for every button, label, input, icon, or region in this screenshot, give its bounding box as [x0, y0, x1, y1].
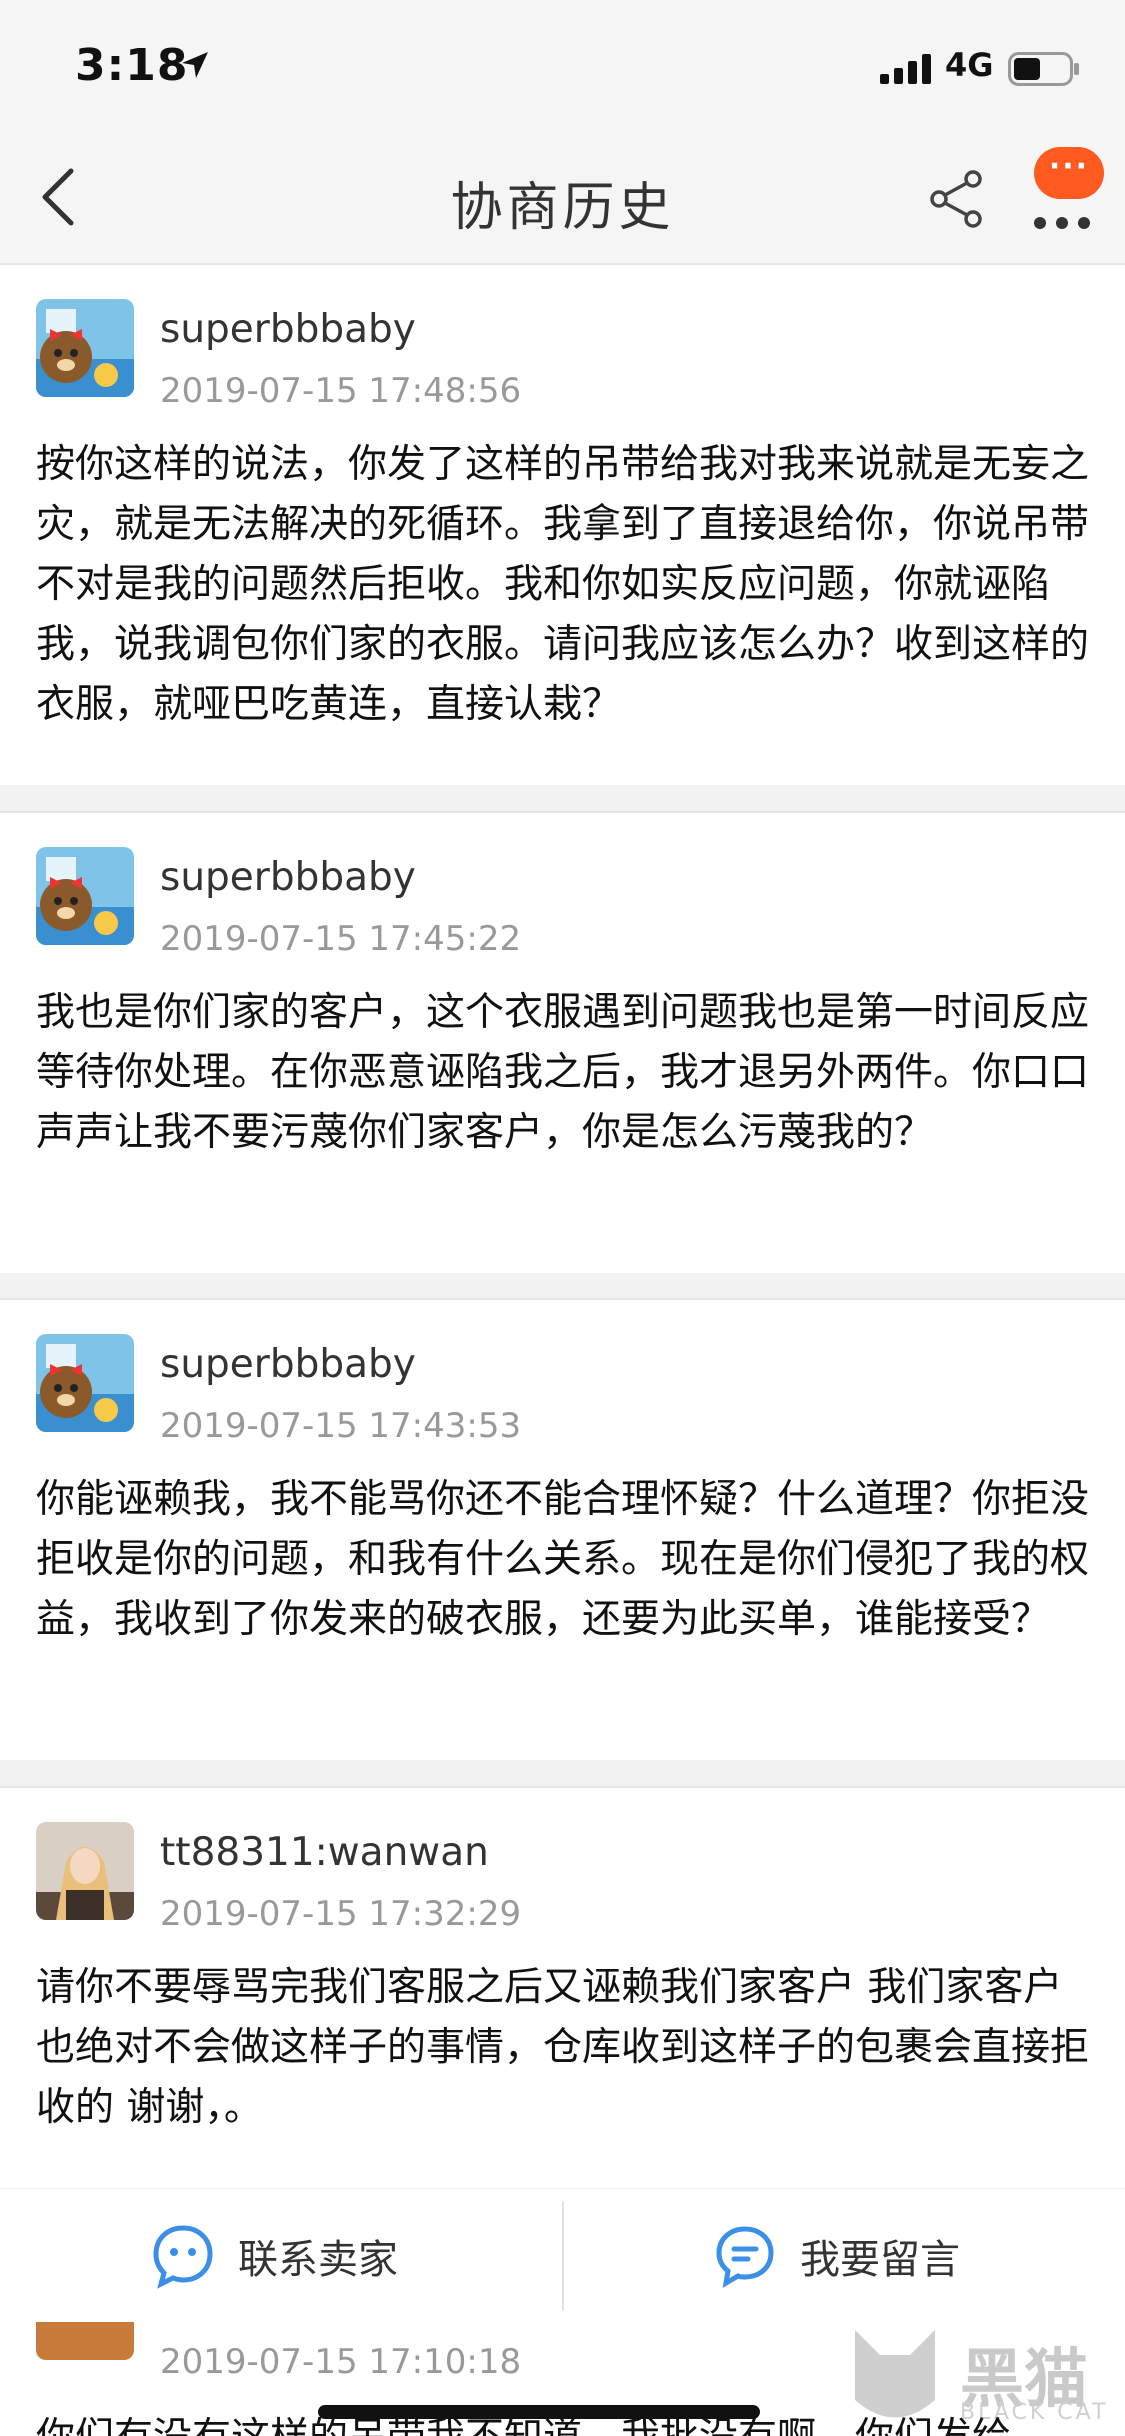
more-dots-icon: [1034, 217, 1090, 229]
notification-badge: ···: [1034, 147, 1104, 199]
user-avatar: [36, 2322, 134, 2360]
user-avatar: [36, 847, 134, 945]
more-menu-button[interactable]: ···: [1030, 147, 1110, 235]
message-card: superbbbaby 2019-07-15 17:48:56 按你这样的说法，…: [0, 263, 1125, 785]
message-text: 你能诬赖我，我不能骂你还不能合理怀疑？什么道理？你拒没拒收是你的问题，和我有什么…: [36, 1477, 1090, 1642]
contact-seller-label: 联系卖家: [238, 2237, 398, 2283]
chat-bubble-face-icon: [153, 2225, 213, 2289]
watermark-sub: BLACK CAT: [960, 2400, 1109, 2425]
seller-avatar: [36, 1822, 134, 1920]
message-time: 2019-07-15 17:48:56: [160, 371, 522, 411]
battery-icon: [1008, 52, 1079, 86]
message-time: 2019-07-15 17:32:29: [160, 1894, 522, 1934]
message-card: superbbbaby 2019-07-15 17:45:22 我也是你们家的客…: [0, 811, 1125, 1273]
navigation-bar: 协商历史 ···: [0, 135, 1125, 263]
status-bar: 3:18 4G: [0, 0, 1125, 135]
username: tt88311:wanwan: [160, 1830, 489, 1875]
status-time: 3:18: [75, 40, 189, 91]
leave-message-label: 我要留言: [800, 2237, 960, 2283]
message-text: 请你不要辱骂完我们客服之后又诬赖我们家客户 我们家客户也绝对不会做这样子的事情，…: [36, 1965, 1090, 2130]
message-card: superbbbaby 2019-07-15 17:43:53 你能诬赖我，我不…: [0, 1298, 1125, 1760]
username: superbbbaby: [160, 307, 416, 352]
watermark-logo: 黑猫 BLACK CAT: [840, 2320, 1125, 2436]
message-time: 2019-07-15 17:10:18: [160, 2342, 522, 2382]
user-avatar: [36, 299, 134, 397]
network-type: 4G: [945, 46, 994, 84]
username: superbbbaby: [160, 1342, 416, 1387]
home-indicator: [318, 2405, 760, 2419]
location-arrow-icon: [182, 52, 208, 78]
message-text: 按你这样的说法，你发了这样的吊带给我对我来说就是无妄之灾，就是无法解决的死循环。…: [36, 442, 1090, 727]
contact-seller-button[interactable]: 联系卖家: [150, 2189, 398, 2323]
message-bubble-icon: [716, 2226, 774, 2288]
share-icon[interactable]: [925, 167, 989, 231]
username: superbbbaby: [160, 855, 416, 900]
message-card: tt88311:wanwan 2019-07-15 17:32:29 请你不要辱…: [0, 1786, 1125, 2206]
message-time: 2019-07-15 17:45:22: [160, 919, 522, 959]
action-divider: [562, 2201, 564, 2311]
message-time: 2019-07-15 17:43:53: [160, 1406, 522, 1446]
cat-logo-icon: [855, 2330, 935, 2418]
user-avatar: [36, 1334, 134, 1432]
message-text: 我也是你们家的客户，这个衣服遇到问题我也是第一时间反应等待你处理。在你恶意诬陷我…: [36, 990, 1090, 1155]
cellular-signal-icon: [880, 54, 931, 84]
leave-message-button[interactable]: 我要留言: [712, 2189, 960, 2323]
bottom-action-bar: 联系卖家 我要留言: [0, 2188, 1125, 2322]
